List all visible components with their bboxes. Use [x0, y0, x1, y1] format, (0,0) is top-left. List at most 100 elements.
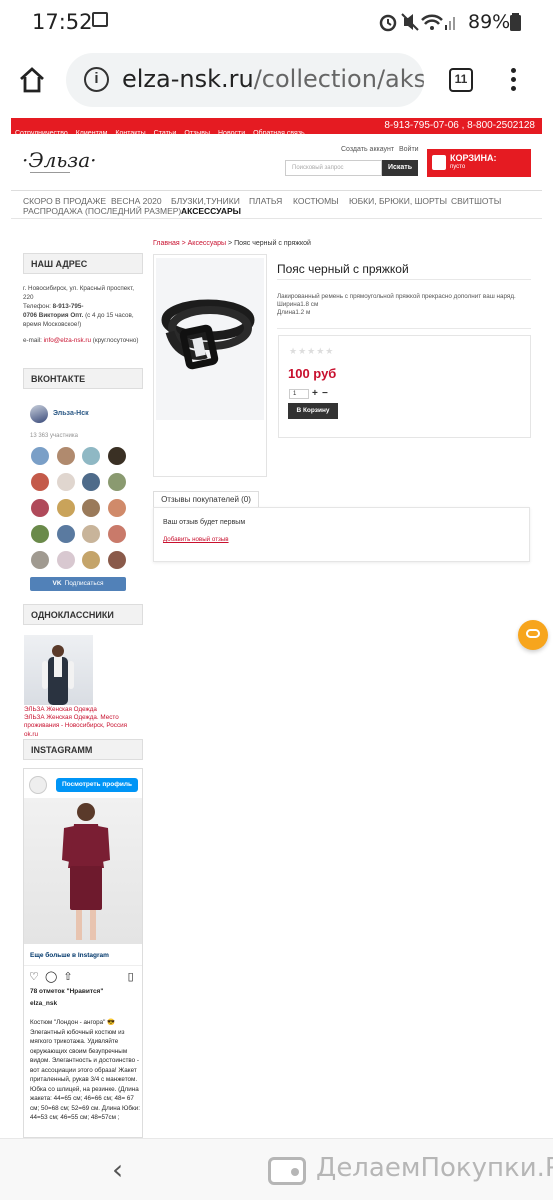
browser-menu-icon[interactable] [511, 68, 517, 95]
site-logo[interactable]: ·Эльза· [22, 148, 96, 172]
vk-member-avatar[interactable] [82, 473, 100, 491]
category-suits[interactable]: КОСТЮМЫ [293, 196, 339, 206]
instagram-view-profile-button[interactable]: Посмотреть профиль [56, 778, 138, 792]
category-sweatshirts[interactable]: СВИТШОТЫ [451, 196, 501, 206]
vk-member-avatar[interactable] [108, 447, 126, 465]
address-text: г. Новосибирск, ул. Красный проспект, 22… [23, 284, 145, 329]
tab-reviews[interactable]: Отзывы покупателей (0) [153, 491, 259, 507]
description-divider [277, 328, 531, 329]
product-title: Пояс черный с пряжкой [277, 262, 409, 276]
status-time: 17:52 [32, 10, 93, 34]
title-divider [277, 279, 531, 280]
quantity-plus-button[interactable]: + [312, 388, 318, 399]
home-icon[interactable] [18, 66, 46, 94]
tab-switcher-button[interactable]: 11 [449, 68, 473, 92]
heart-icon[interactable]: ♡ [29, 971, 39, 983]
model-in-suit-photo [62, 803, 110, 940]
rating-stars[interactable]: ★★★★★ [289, 346, 334, 357]
breadcrumb: Главная > Аксессуары > Пояс черный с пря… [153, 240, 311, 247]
nav-link-news[interactable]: Новости [218, 130, 245, 137]
share-icon[interactable]: ⇧ [63, 971, 72, 983]
site-info-icon[interactable]: i [84, 67, 109, 92]
vk-group-avatar[interactable] [30, 405, 48, 423]
reviews-panel [153, 507, 530, 562]
vk-member-avatar[interactable] [31, 499, 49, 517]
vk-group-name[interactable]: Эльза-Нск [53, 410, 89, 417]
vk-member-avatar[interactable] [82, 525, 100, 543]
ok-group-location[interactable]: проживания - Новосибирск, Россия [24, 722, 129, 731]
vk-member-avatar[interactable] [31, 447, 49, 465]
url-text[interactable]: elza-nsk.ru/collection/akses [122, 65, 424, 93]
mute-icon [401, 13, 419, 31]
watermark-text: ДелаемПокупки.Ру [316, 1153, 553, 1183]
nav-link-clients[interactable]: Клиентам [76, 130, 108, 137]
category-divider [11, 218, 542, 219]
vk-member-avatar[interactable] [108, 551, 126, 569]
breadcrumb-home[interactable]: Главная [153, 240, 180, 247]
instagram-more-link[interactable]: Еще больше в Instagram [30, 952, 109, 959]
vk-member-avatar[interactable] [82, 447, 100, 465]
system-icons [379, 13, 455, 32]
vk-member-avatar[interactable] [108, 499, 126, 517]
model-photo [42, 645, 74, 705]
instagram-username[interactable]: elza_nsk [30, 1000, 57, 1007]
breadcrumb-current: Пояс черный с пряжкой [234, 240, 311, 247]
product-length: Длина1.2 м [277, 309, 311, 316]
category-spring-2020[interactable]: ВЕСНА 2020 [111, 196, 162, 206]
phone-value[interactable]: 8-913-795- [53, 303, 84, 310]
search-button[interactable]: Искать [382, 160, 418, 176]
nav-link-contacts[interactable]: Контакты [115, 130, 145, 137]
top-navigation: Сотрудничество Клиентам Контакты Статьи Отзы… [11, 118, 542, 137]
email-link[interactable]: info@elza-nsk.ru [44, 337, 91, 344]
vk-member-avatar[interactable] [31, 551, 49, 569]
create-account-link[interactable]: Создать аккаунт [341, 146, 394, 153]
vk-member-avatar[interactable] [57, 473, 75, 491]
cloud-download-button[interactable] [518, 620, 548, 650]
back-chevron-icon[interactable]: ‹ [112, 1153, 123, 1186]
vk-member-avatar[interactable] [57, 447, 75, 465]
ok-group-image[interactable] [24, 635, 93, 705]
add-review-link[interactable]: Добавить новый отзыв [163, 536, 229, 543]
product-image[interactable] [156, 258, 264, 420]
breadcrumb-section[interactable]: Аксессуары [188, 240, 226, 247]
phone-value-2: 0706 [23, 312, 38, 319]
instagram-avatar[interactable] [29, 776, 47, 794]
comment-icon[interactable]: ◯ [45, 971, 57, 983]
nav-link-feedback[interactable]: Обратная связь [253, 130, 305, 137]
wallet-icon [268, 1157, 306, 1185]
category-accessories[interactable]: АКСЕССУАРЫ [181, 206, 241, 216]
bookmark-icon[interactable]: ▯ [128, 971, 134, 983]
instagram-post-photo[interactable] [24, 798, 142, 944]
category-sale[interactable]: РАСПРОДАЖА (ПОСЛЕДНИЙ РАЗМЕР) [23, 206, 181, 216]
vk-member-avatar[interactable] [31, 473, 49, 491]
nav-link-reviews[interactable]: Отзывы [184, 130, 210, 137]
vk-member-avatar[interactable] [82, 551, 100, 569]
category-blouses[interactable]: БЛУЗКИ,ТУНИКИ [171, 196, 240, 206]
quantity-input[interactable]: 1 [289, 389, 309, 399]
status-bar: 17:52 89% [0, 0, 553, 44]
category-coming-soon[interactable]: СКОРО В ПРОДАЖЕ [23, 196, 106, 206]
login-link[interactable]: Войти [399, 146, 419, 153]
quantity-minus-button[interactable]: − [322, 388, 328, 399]
instagram-caption: Костюм "Лондон - ангора" 😎 Элегантный юб… [30, 1019, 140, 1121]
vk-member-avatar[interactable] [82, 499, 100, 517]
search-input[interactable]: Поисковый запрос [285, 160, 382, 176]
vk-member-avatar[interactable] [108, 525, 126, 543]
category-skirts-trousers[interactable]: ЮБКИ, БРЮКИ, ШОРТЫ [349, 196, 447, 206]
vk-member-avatar[interactable] [57, 499, 75, 517]
nav-link-cooperation[interactable]: Сотрудничество [15, 130, 68, 137]
cart-button[interactable]: КОРЗИНА: пусто [427, 149, 531, 177]
vk-member-avatar[interactable] [31, 525, 49, 543]
vk-subscribe-button[interactable]: VK Подписаться [30, 577, 126, 591]
email-label: e-mail: [23, 337, 42, 344]
category-dresses[interactable]: ПЛАТЬЯ [249, 196, 282, 206]
cart-title: КОРЗИНА: [450, 153, 497, 163]
vk-member-avatar[interactable] [57, 525, 75, 543]
nav-link-articles[interactable]: Статьи [154, 130, 177, 137]
add-to-cart-button[interactable]: В Корзину [288, 403, 338, 419]
address-bar[interactable]: i elza-nsk.ru/collection/akses [66, 53, 424, 107]
vk-member-avatar[interactable] [108, 473, 126, 491]
phone-hours-note: время Московское!) [23, 321, 82, 328]
url-domain: elza-nsk.ru [122, 65, 254, 93]
vk-member-avatar[interactable] [57, 551, 75, 569]
